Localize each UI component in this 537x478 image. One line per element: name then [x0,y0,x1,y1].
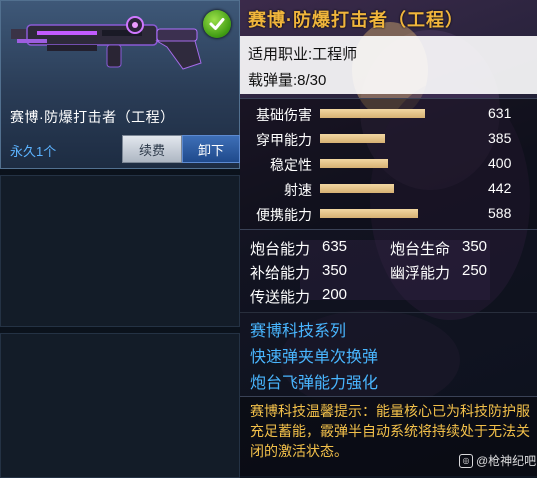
stat-label: 射速 [284,182,312,198]
skill-item: 快速弹夹单次换弹 [250,349,379,366]
empty-weapon-slot[interactable] [0,333,240,478]
stat-value: 400 [488,155,512,171]
weapon-card[interactable]: 赛博·防爆打击者（工程） 永久1个 续费 卸下 [0,0,240,169]
stat-value: 588 [488,205,512,221]
unload-button[interactable]: 卸下 [182,135,240,163]
turret-life-value: 350 [462,238,488,255]
stat-bar [320,109,425,118]
stat-value: 385 [488,130,512,146]
equipped-check-icon [203,10,231,38]
skills-list: 赛博科技系列 快速弹夹单次换弹 炮台飞弹能力强化 [240,312,537,397]
stat-label: 便携能力 [256,207,312,223]
watermark: ◎ @枪神纪吧 [459,452,536,469]
weapon-image [11,16,202,70]
stat-bar [320,134,385,143]
turret-stats: 炮台能力 635 炮台生命 350 补给能力 350 幽浮能力 250 传送能力… [240,230,537,313]
stat-bar [320,159,388,168]
weibo-icon: ◎ [459,453,473,468]
float-value: 250 [462,262,488,279]
weapon-detail-panel: 赛博·防爆打击者（工程） 适用职业:工程师 载弹量:8/30 基础伤害 631 … [240,0,537,476]
supply-value: 350 [322,262,348,279]
turret-life-label: 炮台生命 [390,241,451,258]
stat-label: 穿甲能力 [256,132,312,148]
weapon-title: 赛博·防爆打击者（工程） [248,10,464,30]
ammo-text: 载弹量:8/30 [248,72,327,89]
stat-label: 基础伤害 [256,107,312,123]
renew-button[interactable]: 续费 [122,135,182,163]
weapon-duration: 永久1个 [10,144,57,159]
weapon-info: 适用职业:工程师 载弹量:8/30 [240,36,537,94]
weapon-list-panel: 赛博·防爆打击者（工程） 永久1个 续费 卸下 [0,0,240,478]
stat-label: 稳定性 [270,157,312,173]
teleport-label: 传送能力 [250,289,311,306]
skill-item: 赛博科技系列 [250,323,347,340]
profession-text: 适用职业:工程师 [248,46,358,63]
turret-attack-label: 炮台能力 [250,241,311,258]
watermark-text: @枪神纪吧 [476,454,537,468]
supply-label: 补给能力 [250,265,311,282]
weapon-name: 赛博·防爆打击者（工程） [10,109,175,125]
stat-bar [320,209,418,218]
empty-weapon-slot[interactable] [0,175,240,327]
stat-bar [320,184,394,193]
stat-value: 631 [488,105,512,121]
float-label: 幽浮能力 [390,265,451,282]
teleport-value: 200 [322,286,348,303]
stat-value: 442 [488,180,512,196]
stats-panel: 基础伤害 631 穿甲能力 385 稳定性 400 射速 442 便携能力 58… [240,98,537,230]
turret-attack-value: 635 [322,238,348,255]
skill-item: 炮台飞弹能力强化 [250,375,379,392]
